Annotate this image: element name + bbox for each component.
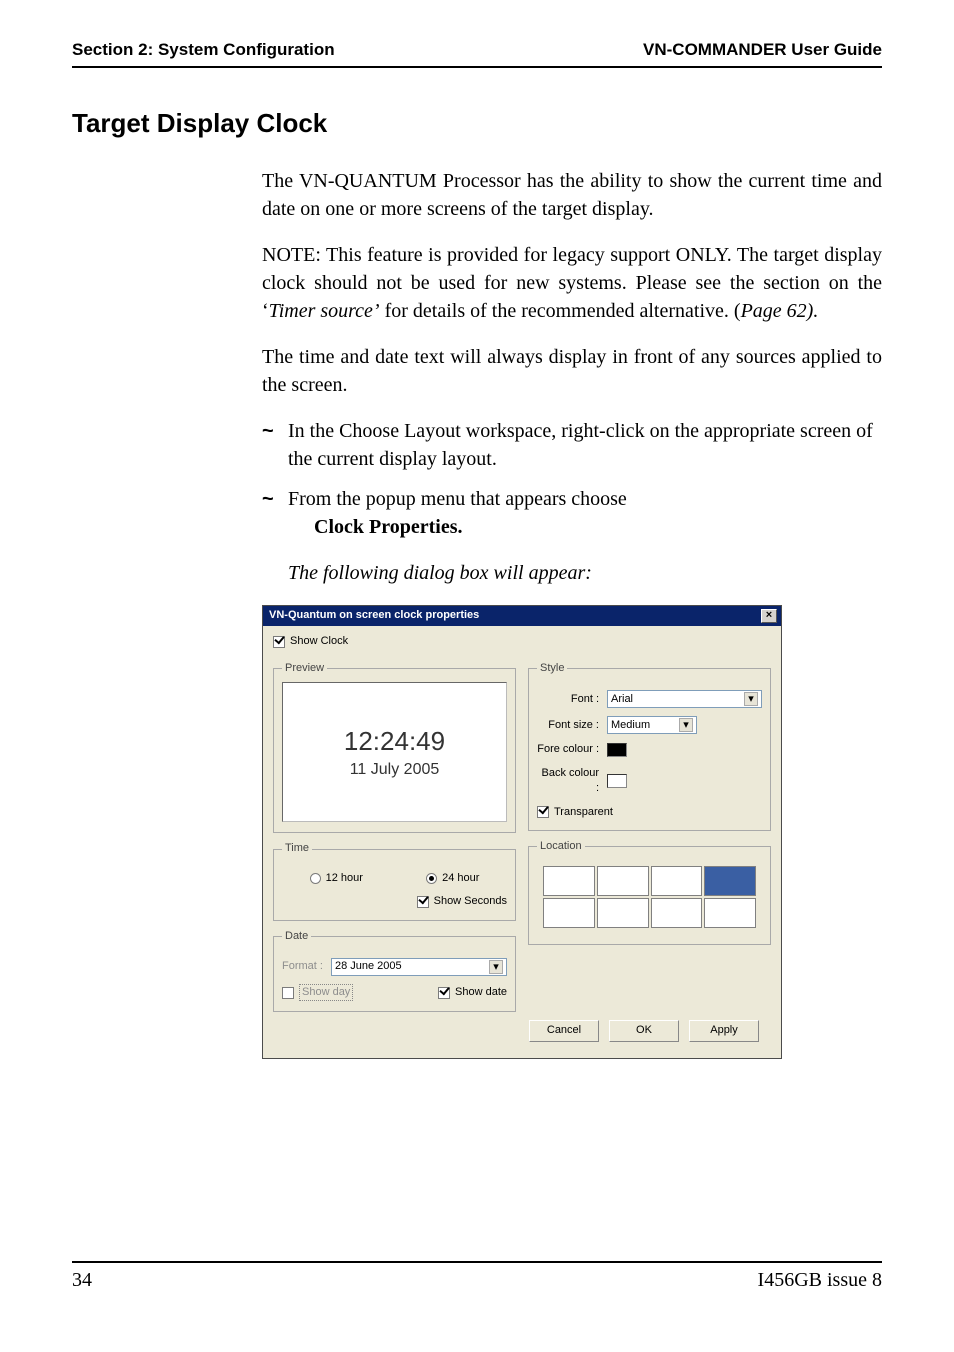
- body-column: The VN-QUANTUM Processor has the ability…: [262, 167, 882, 1059]
- running-head-left: Section 2: System Configuration: [72, 40, 335, 60]
- page-number: 34: [72, 1269, 92, 1292]
- step-2-text-a: From the popup menu that appears choose: [288, 488, 627, 510]
- step-1: ~In the Choose Layout workspace, right-c…: [262, 417, 882, 473]
- checkbox-icon: [438, 987, 450, 999]
- date-legend: Date: [282, 929, 311, 944]
- show-day-checkbox[interactable]: Show day: [282, 984, 353, 1001]
- fontsize-label: Font size :: [537, 718, 599, 733]
- backcolour-swatch[interactable]: [607, 774, 627, 788]
- show-seconds-checkbox[interactable]: Show Seconds: [417, 894, 507, 909]
- step-list: ~In the Choose Layout workspace, right-c…: [262, 417, 882, 541]
- date-group: Date Format : 28 June 2005 ▾: [273, 929, 516, 1013]
- preview-box: 12:24:49 11 July 2005: [282, 682, 507, 822]
- location-cell[interactable]: [651, 898, 703, 928]
- preview-legend: Preview: [282, 661, 327, 676]
- location-group: Location: [528, 839, 771, 945]
- location-cell[interactable]: [597, 898, 649, 928]
- clock-properties-dialog: VN-Quantum on screen clock properties × …: [262, 605, 782, 1059]
- fontsize-combo[interactable]: Medium ▾: [607, 716, 697, 734]
- location-cell[interactable]: [651, 866, 703, 896]
- location-legend: Location: [537, 839, 585, 854]
- style-legend: Style: [537, 661, 567, 676]
- forecolour-label: Fore colour :: [537, 742, 599, 757]
- running-head: Section 2: System Configuration VN-COMMA…: [72, 40, 882, 68]
- document-page: Section 2: System Configuration VN-COMMA…: [0, 0, 954, 1352]
- show-date-label: Show date: [455, 985, 507, 1000]
- radio-icon: [310, 873, 321, 884]
- show-clock-checkbox[interactable]: Show Clock: [273, 634, 348, 649]
- para-note-b: for details of the recommended alternati…: [380, 300, 741, 322]
- para-overlay: The time and date text will always displ…: [262, 343, 882, 399]
- chevron-down-icon: ▾: [489, 960, 503, 974]
- dialog-titlebar[interactable]: VN-Quantum on screen clock properties ×: [263, 606, 781, 626]
- para-intro: The VN-QUANTUM Processor has the ability…: [262, 167, 882, 223]
- show-clock-label: Show Clock: [290, 634, 348, 649]
- transparent-label: Transparent: [554, 805, 613, 820]
- para-note-italic: Timer source’: [269, 300, 380, 322]
- preview-group: Preview 12:24:49 11 July 2005: [273, 661, 516, 833]
- preview-date: 11 July 2005: [350, 759, 440, 781]
- radio-icon: [426, 873, 437, 884]
- backcolour-label: Back colour :: [537, 766, 599, 797]
- issue-id: I456GB issue 8: [758, 1269, 882, 1292]
- forecolour-swatch[interactable]: [607, 743, 627, 757]
- location-cell[interactable]: [543, 866, 595, 896]
- chevron-down-icon: ▾: [679, 718, 693, 732]
- para-note: NOTE: This feature is provided for legac…: [262, 241, 882, 325]
- show-seconds-label: Show Seconds: [434, 894, 507, 909]
- location-cell[interactable]: [597, 866, 649, 896]
- close-icon[interactable]: ×: [761, 609, 777, 623]
- time-legend: Time: [282, 841, 312, 856]
- page-footer: 34 I456GB issue 8: [72, 1261, 882, 1292]
- step-2-text-b: Clock Properties.: [288, 516, 463, 538]
- date-format-combo[interactable]: 28 June 2005 ▾: [331, 958, 507, 976]
- radio-24hour[interactable]: 24 hour: [426, 871, 479, 886]
- show-date-checkbox[interactable]: Show date: [438, 985, 507, 1000]
- chevron-down-icon: ▾: [744, 692, 758, 706]
- para-note-pageref: Page 62).: [741, 300, 819, 322]
- dialog-button-row: Cancel OK Apply: [273, 1012, 771, 1045]
- style-group: Style Font : Arial ▾ Font size :: [528, 661, 771, 831]
- checkbox-icon: [417, 896, 429, 908]
- apply-button[interactable]: Apply: [689, 1020, 759, 1041]
- location-cell[interactable]: [543, 898, 595, 928]
- fontsize-value: Medium: [611, 718, 650, 733]
- bullet-icon: ~: [262, 485, 288, 513]
- location-cell-selected[interactable]: [704, 866, 756, 896]
- time-group: Time 12 hour 24 hour: [273, 841, 516, 920]
- dialog-caption: The following dialog box will appear:: [288, 559, 882, 587]
- radio-12hour[interactable]: 12 hour: [310, 871, 363, 886]
- checkbox-icon: [282, 987, 294, 999]
- radio-24hour-label: 24 hour: [442, 871, 479, 886]
- location-cell[interactable]: [704, 898, 756, 928]
- show-day-label: Show day: [299, 984, 353, 1001]
- transparent-checkbox[interactable]: Transparent: [537, 805, 613, 820]
- font-value: Arial: [611, 692, 633, 707]
- checkbox-icon: [273, 636, 285, 648]
- bullet-icon: ~: [262, 417, 288, 445]
- running-head-right: VN-COMMANDER User Guide: [643, 40, 882, 60]
- preview-time: 12:24:49: [344, 723, 445, 759]
- chapter-title: Target Display Clock: [72, 108, 882, 139]
- font-combo[interactable]: Arial ▾: [607, 690, 762, 708]
- step-1-text: In the Choose Layout workspace, right-cl…: [288, 420, 873, 470]
- checkbox-icon: [537, 806, 549, 818]
- cancel-button[interactable]: Cancel: [529, 1020, 599, 1041]
- dialog-title: VN-Quantum on screen clock properties: [269, 608, 479, 623]
- location-grid: [537, 860, 762, 934]
- ok-button[interactable]: OK: [609, 1020, 679, 1041]
- step-2: ~From the popup menu that appears choose…: [262, 485, 882, 541]
- date-format-label: Format :: [282, 959, 323, 974]
- date-format-value: 28 June 2005: [335, 959, 402, 974]
- radio-12hour-label: 12 hour: [326, 871, 363, 886]
- font-label: Font :: [537, 692, 599, 707]
